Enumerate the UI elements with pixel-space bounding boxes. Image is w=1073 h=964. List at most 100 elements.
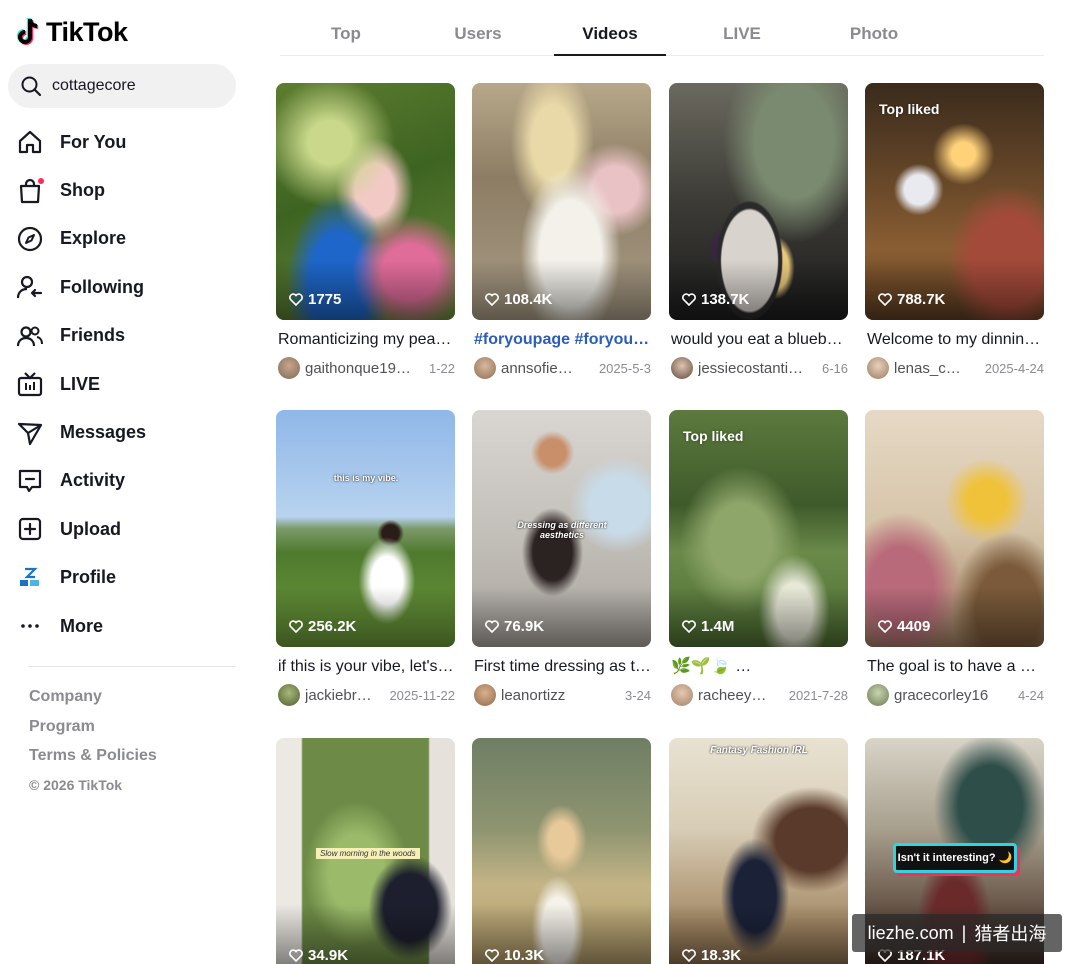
video-thumbnail[interactable]: 108.4K	[472, 83, 651, 320]
overlay-caption: Isn't it interesting? 🌙	[893, 843, 1017, 873]
like-count-text: 138.7K	[701, 291, 750, 308]
avatar[interactable]	[867, 684, 889, 706]
plus-square-icon	[16, 515, 44, 543]
like-count: 18.3K	[682, 947, 741, 964]
nav-label: Explore	[60, 228, 127, 249]
search-input[interactable]: cottagecore	[8, 64, 236, 108]
video-meta: annsofie… 2025-5-3	[472, 357, 651, 379]
video-thumbnail[interactable]: 4409	[865, 410, 1044, 647]
video-caption[interactable]: would you eat a blueb…	[669, 329, 848, 351]
activity-icon	[16, 467, 44, 495]
nav-label: Friends	[60, 325, 126, 346]
video-card[interactable]: Fantasy Fashion IRL 18.3K	[669, 738, 848, 964]
nav-messages[interactable]: Messages	[0, 408, 250, 456]
video-thumbnail[interactable]: 10.3K	[472, 738, 651, 964]
video-thumbnail[interactable]: Top liked 1.4M	[669, 410, 848, 647]
video-thumbnail[interactable]: Top liked 788.7K	[865, 83, 1044, 320]
nav-following[interactable]: Following	[0, 263, 250, 311]
home-icon	[16, 128, 44, 156]
following-icon	[16, 273, 44, 301]
avatar[interactable]	[278, 357, 300, 379]
username[interactable]: jessiecostanti…	[698, 360, 814, 377]
video-card[interactable]: Top liked 788.7K Welcome to my dinnin… l…	[865, 83, 1044, 379]
nav-activity[interactable]: Activity	[0, 457, 250, 505]
nav-for-you[interactable]: For You	[0, 118, 250, 166]
thumbnail-gradient	[276, 260, 455, 320]
nav-more[interactable]: More	[0, 602, 250, 650]
video-thumbnail[interactable]: 1775	[276, 83, 455, 320]
post-date: 4-24	[1017, 687, 1044, 703]
video-caption[interactable]: First time dressing as t…	[472, 656, 651, 678]
footer-link-company[interactable]: Company	[29, 686, 157, 716]
nav-friends[interactable]: Friends	[0, 312, 250, 360]
avatar[interactable]	[671, 684, 693, 706]
username[interactable]: leanortizz	[501, 687, 617, 704]
video-caption[interactable]: The goal is to have a h…	[865, 656, 1044, 678]
video-thumbnail[interactable]: Fantasy Fashion IRL 18.3K	[669, 738, 848, 964]
post-date: 2025-11-22	[389, 687, 455, 703]
video-caption[interactable]: Welcome to my dinnin…	[865, 329, 1044, 351]
video-meta: leanortizz 3-24	[472, 684, 651, 706]
shopping-bag-icon	[16, 177, 44, 205]
username[interactable]: annsofie…	[501, 360, 591, 377]
avatar[interactable]	[867, 357, 889, 379]
post-date: 2021-7-28	[788, 687, 848, 703]
video-caption[interactable]: #foryoupage #foryou …	[472, 329, 651, 351]
nav-label: Shop	[60, 180, 105, 201]
friends-icon	[16, 322, 44, 350]
video-card[interactable]: 138.7K would you eat a blueb… jessiecost…	[669, 83, 848, 379]
username[interactable]: jackiebr…	[305, 687, 381, 704]
nav-label: Following	[60, 276, 144, 297]
username[interactable]: racheey…	[698, 687, 781, 704]
tab-videos[interactable]: Videos	[544, 12, 676, 56]
overlay-caption: Fantasy Fashion IRL	[710, 745, 808, 756]
like-count: 76.9K	[485, 618, 544, 635]
heart-outline-icon	[682, 620, 696, 633]
username[interactable]: lenas_c…	[894, 360, 977, 377]
video-thumbnail[interactable]: this is my vibe. 256.2K	[276, 410, 455, 647]
avatar[interactable]	[474, 684, 496, 706]
footer-link-program[interactable]: Program	[29, 716, 157, 746]
video-card[interactable]: Slow morning in the woods 34.9K	[276, 738, 455, 964]
video-thumbnail[interactable]: 138.7K	[669, 83, 848, 320]
video-card[interactable]: 10.3K	[472, 738, 651, 964]
profile-avatar-image	[17, 565, 43, 591]
tab-users[interactable]: Users	[412, 12, 544, 55]
video-card[interactable]: 108.4K #foryoupage #foryou … annsofie… 2…	[472, 83, 651, 379]
avatar[interactable]	[278, 684, 300, 706]
search-icon	[21, 76, 42, 97]
thumbnail-gradient	[669, 260, 848, 320]
video-caption[interactable]: Romanticizing my pea…	[276, 329, 455, 351]
like-count: 256.2K	[289, 618, 356, 635]
thumbnail-gradient	[276, 587, 455, 647]
video-thumbnail[interactable]: Dressing as different aesthetics 76.9K	[472, 410, 651, 647]
watermark-name: 猎者出海	[974, 924, 1047, 944]
avatar[interactable]	[474, 357, 496, 379]
nav-live[interactable]: LIVE	[0, 360, 250, 408]
search-value: cottagecore	[52, 77, 136, 94]
top-liked-badge: Top liked	[879, 101, 940, 117]
footer-link-terms[interactable]: Terms & Policies	[29, 745, 157, 775]
tab-top[interactable]: Top	[280, 12, 412, 55]
video-caption[interactable]: if this is your vibe, let's…	[276, 656, 455, 678]
like-count: 4409	[878, 618, 930, 635]
video-card[interactable]: Dressing as different aesthetics 76.9K F…	[472, 410, 651, 706]
username[interactable]: gracecorley16	[894, 687, 1010, 704]
nav-profile[interactable]: Profile	[0, 554, 250, 602]
video-card[interactable]: 1775 Romanticizing my pea… gaithonque19……	[276, 83, 455, 379]
avatar[interactable]	[671, 357, 693, 379]
heart-outline-icon	[485, 620, 499, 633]
video-card[interactable]: this is my vibe. 256.2K if this is your …	[276, 410, 455, 706]
tiktok-logo[interactable]: TikTok	[16, 16, 128, 48]
tab-live[interactable]: LIVE	[676, 12, 808, 55]
post-date: 6-16	[821, 360, 848, 376]
video-thumbnail[interactable]: Slow morning in the woods 34.9K	[276, 738, 455, 964]
nav-explore[interactable]: Explore	[0, 215, 250, 263]
username[interactable]: gaithonque19…	[305, 360, 421, 377]
nav-upload[interactable]: Upload	[0, 505, 250, 553]
tab-photo[interactable]: Photo	[808, 12, 940, 55]
video-card[interactable]: 4409 The goal is to have a h… gracecorle…	[865, 410, 1044, 706]
video-caption[interactable]: 🌿🌱🍃 …	[669, 656, 848, 678]
nav-shop[interactable]: Shop	[0, 166, 250, 214]
video-card[interactable]: Top liked 1.4M 🌿🌱🍃 … racheey… 2021-7-28	[669, 410, 848, 706]
